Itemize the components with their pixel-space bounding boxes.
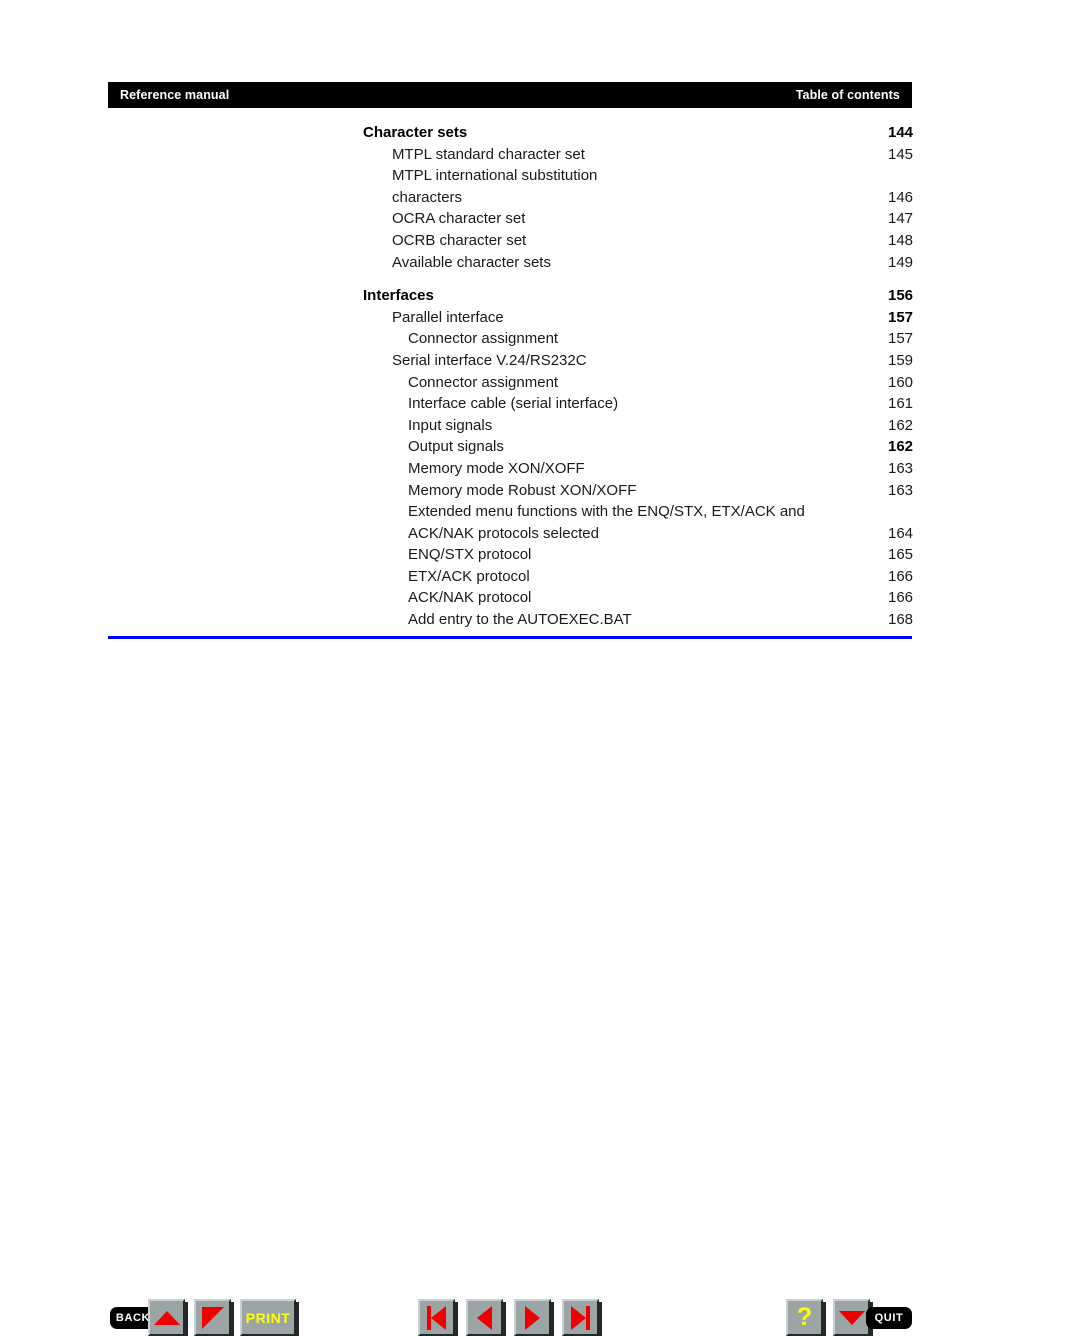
help-button[interactable]: ? [786,1299,823,1336]
toc-entry-label: ETX/ACK protocol [408,567,530,585]
toc-entry-page-number: 160 [888,373,914,391]
toc-entry-label: MTPL international substitution [392,167,598,185]
toc-entry-page-number: 163 [888,481,914,499]
navigation-toolbar: BACK PRINT ? QUIT [0,648,1080,1336]
toc-entry-label: Interface cable (serial interface) [408,395,619,413]
toc-entry-page-number: 147 [888,210,914,228]
toc-entry-page-number: 159 [888,351,914,369]
toc-entry-page-number: 144 [888,124,914,141]
toc-entry-page-number: 149 [888,253,914,271]
toc-entry-page-number: 157 [888,330,914,348]
toc-entry-page-number: 162 [888,438,914,456]
toc-entry[interactable]: Interface cable (serial interface) 161 [108,393,914,415]
triangle-corner-icon [196,1301,229,1334]
toc-entry-page-number: 166 [888,567,914,585]
toc-entry[interactable]: Character sets 144 [108,122,914,144]
toc-entry-page-number: 162 [888,416,914,434]
toc-entry-label: ENQ/STX protocol [408,546,532,564]
toc-entry-label: ACK/NAK protocol [408,589,532,607]
question-mark-icon: ? [796,1303,813,1331]
toc-entry[interactable]: Connector assignment 157 [108,328,914,350]
scroll-up-button[interactable] [148,1299,185,1336]
first-page-button[interactable] [418,1299,455,1336]
toc-entry-page-number: 148 [888,231,914,249]
table-of-contents: Character sets 144 MTPL standard character… [108,122,914,631]
toc-entry-label: OCRA character set [392,210,526,228]
toc-entry[interactable]: Available character sets 149 [108,252,914,274]
toc-entry[interactable]: MTPL international substitution [108,165,912,187]
page-jump-button[interactable] [194,1299,231,1336]
toc-entry[interactable]: Serial interface V.24/RS232C 159 [108,350,914,372]
toc-entry[interactable]: ETX/ACK protocol 166 [108,566,914,588]
toc-entry-label: characters [392,188,463,206]
toc-entry-page-number: 163 [888,459,914,477]
toc-entry-page-number: 157 [888,308,914,326]
toc-entry-label: ACK/NAK protocols selected [408,524,599,542]
horizontal-divider [108,636,912,639]
toc-entry-page-number: 161 [888,395,914,413]
toc-entry-label: Memory mode XON/XOFF [408,459,585,477]
quit-button[interactable]: QUIT [866,1307,912,1329]
toc-entry[interactable]: characters 146 [108,187,914,209]
toc-entry-page-number: 168 [888,611,914,629]
toc-entry-page-number: 156 [888,287,914,305]
first-page-icon [420,1301,453,1334]
toc-entry-label: Add entry to the AUTOEXEC.BAT [408,611,632,629]
next-page-icon [516,1301,549,1334]
toc-entry-label: Extended menu functions with the ENQ/STX… [408,503,805,521]
toc-entry-label: Interfaces [363,287,434,305]
print-label: PRINT [245,1309,291,1326]
toc-entry-page-number: 164 [888,524,914,542]
toc-entry[interactable]: Interfaces 156 [108,285,914,307]
toc-entry-label: Serial interface V.24/RS232C [392,351,587,369]
toc-entry[interactable]: Memory mode Robust XON/XOFF 163 [108,480,914,502]
print-button[interactable]: PRINT [240,1299,296,1336]
toc-entry[interactable]: Memory mode XON/XOFF 163 [108,458,914,480]
next-page-button[interactable] [514,1299,551,1336]
toc-entry[interactable]: Output signals 162 [108,436,914,458]
toc-entry-page-number: 146 [888,188,914,206]
toc-entry[interactable]: Input signals 162 [108,415,914,437]
toc-entry-label: Parallel interface [392,308,504,326]
toc-entry[interactable]: Add entry to the AUTOEXEC.BAT 168 [108,609,914,631]
toc-entry-label: Available character sets [392,253,551,271]
toc-entry[interactable]: OCRA character set 147 [108,208,914,230]
previous-page-icon [468,1301,501,1334]
toc-entry-label: Character sets [363,124,468,141]
previous-page-button[interactable] [466,1299,503,1336]
page-header-bar: Reference manual Table of contents [108,82,912,108]
toc-entry-label: Output signals [408,438,504,456]
toc-entry[interactable]: ENQ/STX protocol 165 [108,544,914,566]
header-right-label: Table of contents [795,88,900,102]
document-page: Reference manual Table of contents Chara… [0,0,1080,1336]
toc-entry-label: Connector assignment [408,330,559,348]
scroll-down-button[interactable] [833,1299,870,1336]
last-page-icon [564,1301,597,1334]
toc-entry[interactable]: Extended menu functions with the ENQ/STX… [108,501,912,523]
toc-entry[interactable]: MTPL standard character set 145 [108,144,914,166]
toc-entry-label: Memory mode Robust XON/XOFF [408,481,637,499]
toc-entry[interactable]: ACK/NAK protocols selected 164 [108,523,914,545]
toc-entry-label: OCRB character set [392,231,527,249]
header-left-label: Reference manual [120,88,230,102]
toc-entry-page-number: 145 [888,145,914,163]
last-page-button[interactable] [562,1299,599,1336]
triangle-up-icon [150,1301,183,1334]
toc-entry[interactable]: ACK/NAK protocol 166 [108,587,914,609]
toc-entry-page-number: 165 [888,546,914,564]
toc-entry[interactable]: OCRB character set 148 [108,230,914,252]
toc-entry[interactable]: Parallel interface 157 [108,307,914,329]
toc-entry-label: MTPL standard character set [392,145,585,163]
toc-entry-label: Connector assignment [408,373,559,391]
triangle-down-icon [835,1301,868,1334]
toc-entry-page-number: 166 [888,589,914,607]
toc-entry-label: Input signals [408,416,493,434]
toc-entry[interactable]: Connector assignment 160 [108,372,914,394]
